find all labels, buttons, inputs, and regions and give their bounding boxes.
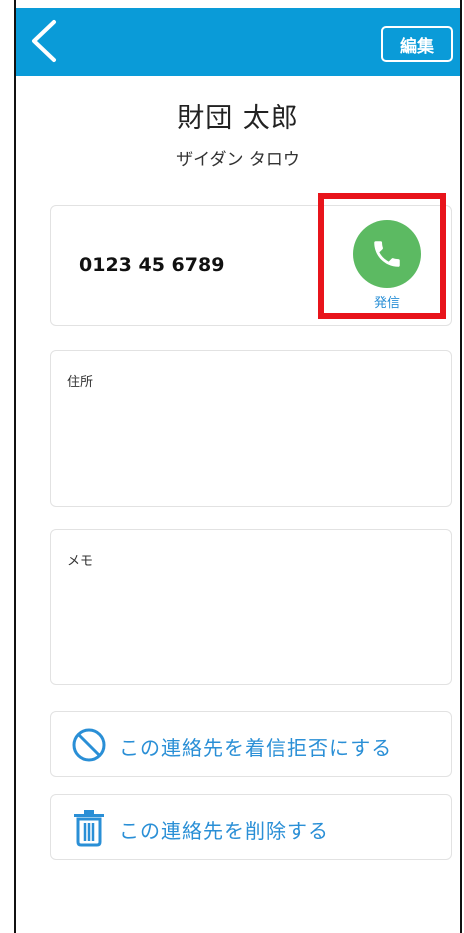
- delete-contact-label: この連絡先を削除する: [119, 819, 329, 843]
- phone-number: 0123 45 6789: [79, 254, 225, 276]
- edit-button[interactable]: 編集: [381, 26, 453, 62]
- delete-contact-button[interactable]: この連絡先を削除する: [50, 794, 452, 860]
- address-card[interactable]: 住所: [50, 350, 452, 507]
- contact-name-kana: ザイダン タロウ: [176, 150, 300, 170]
- memo-card[interactable]: メモ: [50, 529, 452, 685]
- app-screen: 編集 財団 太郎 ザイダン タロウ 0123 45 6789 発信 住所 メモ …: [0, 0, 464, 933]
- chevron-left-icon: [32, 20, 56, 62]
- address-label: 住所: [67, 375, 94, 390]
- call-highlight-box: [318, 193, 446, 319]
- block-contact-button[interactable]: この連絡先を着信拒否にする: [50, 711, 452, 777]
- contact-name: 財団 太郎: [177, 103, 299, 134]
- frame-border: [460, 0, 462, 933]
- frame-border: [14, 0, 16, 933]
- prohibited-icon: [72, 728, 106, 762]
- back-button[interactable]: [24, 16, 64, 66]
- memo-label: メモ: [67, 554, 94, 569]
- block-contact-label: この連絡先を着信拒否にする: [119, 736, 393, 760]
- trash-icon: [74, 810, 104, 847]
